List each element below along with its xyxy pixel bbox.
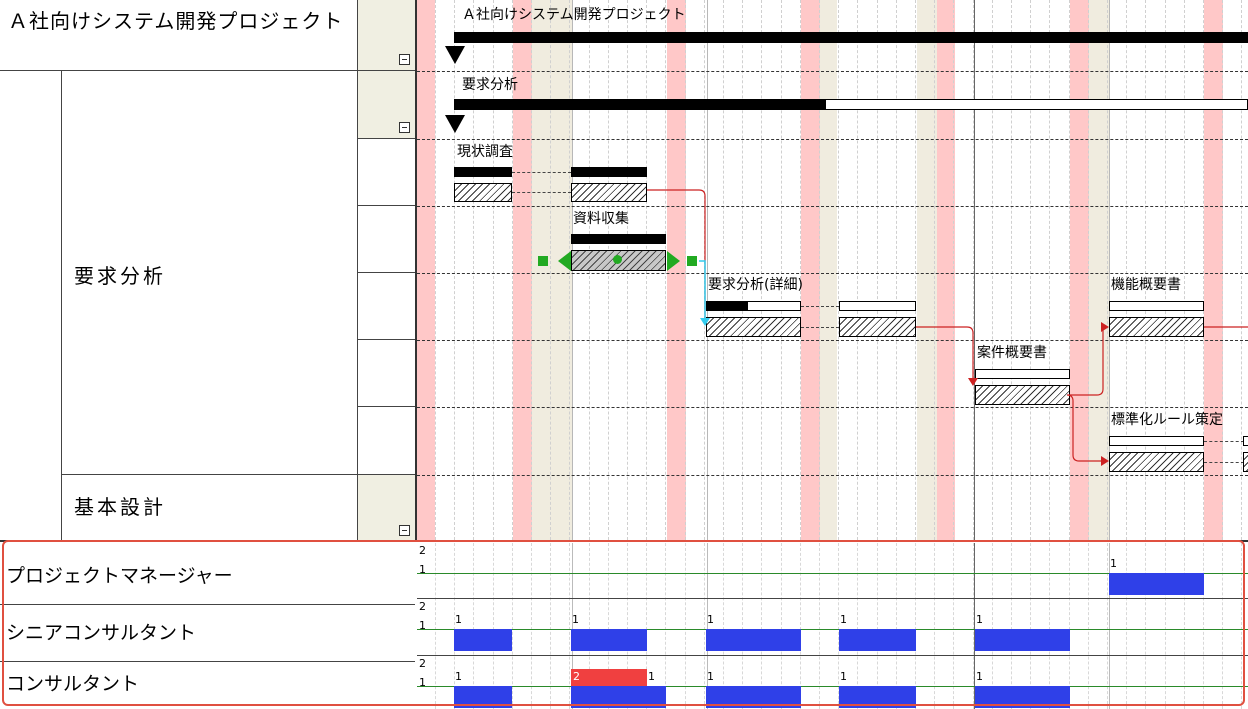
project-collapse-button[interactable] xyxy=(399,54,410,65)
wbs-project-indicator xyxy=(358,0,415,71)
wbs-phase-design-label: 基本設計 xyxy=(74,495,166,519)
wbs-indent-column xyxy=(0,71,62,540)
design-collapse-button[interactable] xyxy=(399,525,410,536)
task-row-indicator-3[interactable] xyxy=(358,273,415,340)
arrowhead-standard xyxy=(1101,456,1109,466)
dependency-arrow-detail-to-case xyxy=(916,326,974,384)
wbs-phase-requirements-cell[interactable]: 要求分析 xyxy=(62,71,358,475)
task-row-indicator-5[interactable] xyxy=(358,407,415,475)
dependency-arrow-survey-to-detail xyxy=(647,189,706,323)
dependency-arrows xyxy=(647,189,1248,466)
gantt-app: Ａ社向けシステム開発プロジェクト 要求分析 基本設計 Ａ社向けシステム開発プロジ… xyxy=(0,0,1248,709)
wbs-phase-req-indicator xyxy=(358,71,415,139)
dependency-arrow-case-to-standard xyxy=(1066,394,1107,462)
dependency-link-selected xyxy=(699,260,706,318)
wbs-phase-requirements-label: 要求分析 xyxy=(74,264,166,288)
task-row-indicator-1[interactable] xyxy=(358,139,415,206)
task-row-indicator-4[interactable] xyxy=(358,340,415,407)
resource-panel: プロジェクトマネージャー シニアコンサルタント コンサルタント 21212111… xyxy=(0,540,1248,709)
arrowhead-detail xyxy=(700,318,710,326)
arrowhead-function xyxy=(1101,322,1109,332)
arrowhead-case xyxy=(968,378,978,386)
dependency-arrow-case-to-function xyxy=(1070,326,1107,396)
wbs-project-cell[interactable]: Ａ社向けシステム開発プロジェクト xyxy=(0,0,358,71)
wbs-phase-design-indicator xyxy=(358,475,415,540)
task-row-indicator-2[interactable] xyxy=(358,206,415,273)
req-collapse-button[interactable] xyxy=(399,122,410,133)
resource-highlight-frame xyxy=(2,540,1245,706)
gantt-chart-area: Ａ社向けシステム開発プロジェクト 要求分析 現状調査 資料収集 要求分析(詳細) xyxy=(417,0,1248,540)
wbs-project-label: Ａ社向けシステム開発プロジェクト xyxy=(8,9,344,33)
wbs-phase-design-cell[interactable]: 基本設計 xyxy=(62,475,358,540)
wbs-panel: Ａ社向けシステム開発プロジェクト 要求分析 基本設計 xyxy=(0,0,416,540)
